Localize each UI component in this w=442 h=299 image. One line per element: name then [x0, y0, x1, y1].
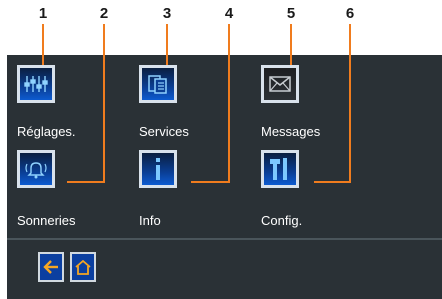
- services-label: Services: [139, 124, 189, 139]
- callout-line-3: [166, 24, 168, 68]
- tools-icon: [270, 158, 287, 180]
- callout-line-6: [349, 24, 351, 182]
- messages-button[interactable]: [261, 65, 299, 103]
- equalizer-icon: [24, 76, 48, 92]
- callout-number-5: 5: [286, 5, 296, 22]
- services-button[interactable]: [139, 65, 177, 103]
- reglages-button[interactable]: [17, 65, 55, 103]
- arrow-left-icon: [43, 260, 58, 274]
- callout-line-6-horizontal: [314, 181, 351, 183]
- callout-line-2-horizontal: [67, 181, 105, 183]
- callout-number-1: 1: [38, 5, 48, 22]
- screen-figure: 1 2 3 4 5 6 Réglages. Services Messages …: [0, 0, 442, 299]
- envelope-icon: [269, 76, 291, 92]
- home-button[interactable]: [70, 252, 96, 282]
- home-icon: [75, 259, 91, 275]
- callout-line-1: [42, 24, 44, 68]
- messages-label: Messages: [261, 124, 321, 139]
- callout-number-6: 6: [345, 5, 355, 22]
- info-icon: [156, 158, 160, 180]
- config-label: Config.: [261, 213, 303, 228]
- config-button[interactable]: [261, 150, 299, 188]
- documents-icon: [148, 75, 167, 94]
- callout-line-4: [228, 24, 230, 182]
- info-button[interactable]: [139, 150, 177, 188]
- callout-number-3: 3: [162, 5, 172, 22]
- sonneries-button[interactable]: [17, 150, 55, 188]
- callout-number-2: 2: [99, 5, 109, 22]
- callout-line-2: [103, 24, 105, 182]
- callout-number-4: 4: [224, 5, 234, 22]
- divider-line: [7, 238, 442, 240]
- info-label: Info: [139, 213, 161, 228]
- callout-line-4-horizontal: [191, 181, 230, 183]
- bell-icon: [25, 162, 47, 179]
- sonneries-label: Sonneries: [17, 213, 76, 228]
- reglages-label: Réglages.: [17, 124, 76, 139]
- callout-line-5: [290, 24, 292, 68]
- back-button[interactable]: [38, 252, 64, 282]
